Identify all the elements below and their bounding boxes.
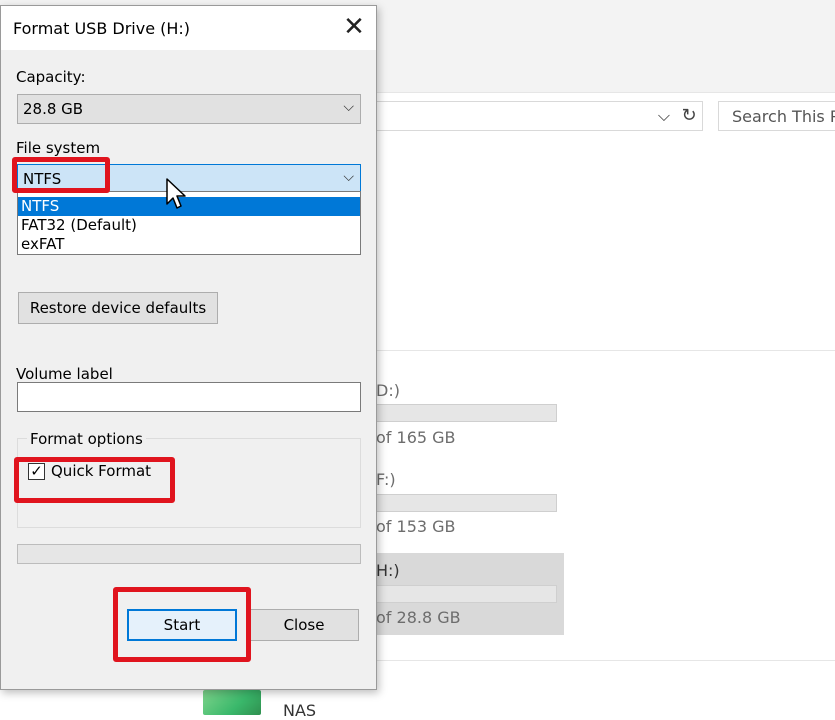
nas-drive-icon[interactable] (203, 690, 261, 715)
chevron-down-icon[interactable]: ⌵ (652, 103, 676, 129)
chevron-down-icon: ⌵ (343, 169, 354, 185)
drive-usage-bar (375, 585, 557, 603)
close-button[interactable]: Close (249, 609, 359, 641)
mouse-pointer-icon (166, 178, 186, 209)
volume-label-input[interactable] (17, 382, 361, 412)
section-divider (375, 350, 835, 351)
search-input[interactable]: Search This P (718, 101, 835, 131)
network-item-label[interactable]: NAS (283, 701, 316, 720)
drive-capacity: of 28.8 GB (376, 608, 461, 627)
highlight-box-quick-format (14, 457, 175, 503)
section-divider (375, 660, 835, 661)
capacity-select[interactable]: 28.8 GB ⌵ (17, 94, 361, 124)
restore-device-defaults-button[interactable]: Restore device defaults (18, 292, 218, 324)
drive-usage-bar (375, 494, 557, 512)
drive-capacity: of 153 GB (376, 517, 456, 536)
file-system-label: File system (16, 139, 101, 157)
format-progress-bar (17, 544, 361, 564)
chevron-down-icon: ⌵ (343, 99, 354, 115)
drive-capacity: of 165 GB (376, 428, 456, 447)
refresh-icon[interactable]: ↻ (677, 103, 701, 129)
format-options-label: Format options (27, 430, 146, 448)
search-placeholder: Search This P (732, 107, 835, 126)
volume-label-label: Volume label (16, 365, 113, 383)
drive-label[interactable]: F:) (376, 470, 396, 489)
capacity-value: 28.8 GB (23, 100, 84, 118)
drive-label[interactable]: H:) (376, 561, 400, 580)
highlight-box-file-system (12, 157, 110, 193)
file-system-option-fat32[interactable]: FAT32 (Default) (18, 216, 360, 235)
dialog-title: Format USB Drive (H:) (13, 19, 191, 38)
file-system-dropdown-list: NTFS FAT32 (Default) exFAT (17, 191, 361, 255)
drive-usage-bar (375, 404, 557, 422)
file-system-option-exfat[interactable]: exFAT (18, 235, 360, 254)
drive-label[interactable]: D:) (376, 381, 400, 400)
dialog-titlebar[interactable]: Format USB Drive (H:) ✕ (1, 6, 376, 50)
highlight-box-start (113, 587, 251, 662)
file-system-option-ntfs[interactable]: NTFS (18, 197, 360, 216)
close-icon[interactable]: ✕ (339, 12, 369, 42)
capacity-label: Capacity: (16, 68, 86, 86)
